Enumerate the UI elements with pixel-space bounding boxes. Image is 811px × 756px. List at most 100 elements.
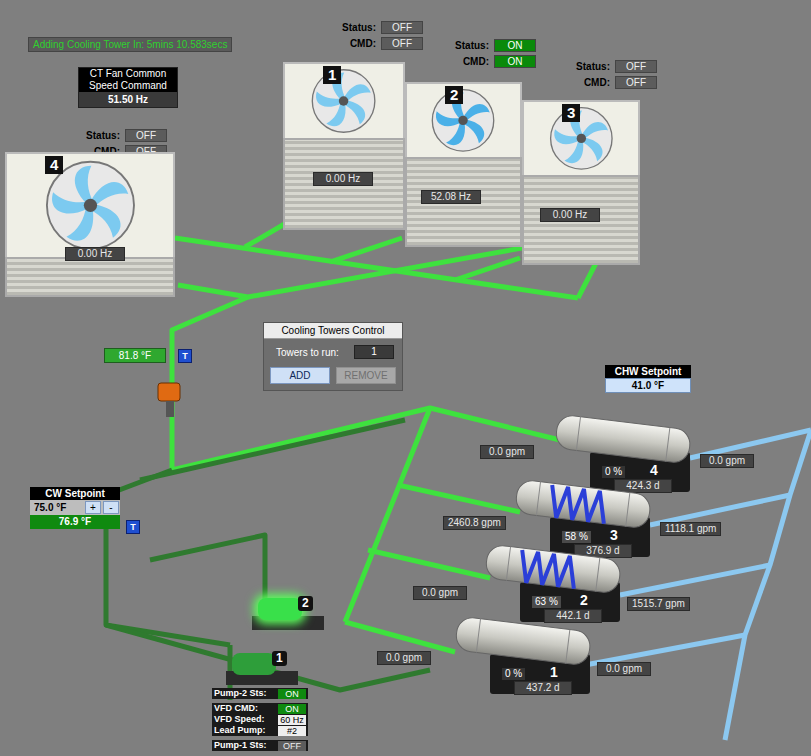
chilled-water-pipe (725, 430, 811, 740)
pump-status-label: Lead Pump: (214, 725, 266, 736)
condenser-pipe (455, 258, 520, 280)
condenser-pipe (345, 622, 455, 652)
fan-deck (405, 82, 522, 157)
pump-status-value: #2 (278, 726, 306, 736)
status-value: OFF (615, 60, 657, 73)
tower-status-panel: Status:OFFCMD:OFF (338, 21, 423, 50)
chilled-water-flow: 1515.7 gpm (627, 597, 690, 611)
tower-control-panel: Cooling Towers Control Towers to run: 1 ADD… (263, 322, 403, 391)
pump-number: 1 (272, 651, 287, 666)
cmd-row: CMD:OFF (338, 37, 423, 50)
cooling-tower[interactable]: 40.00 Hz (5, 152, 175, 297)
chw-setpoint: CHW Setpoint41.0 °F (605, 365, 691, 393)
pump-number: 2 (298, 596, 313, 611)
fan-deck (5, 152, 175, 257)
status-label: Status: (338, 22, 376, 33)
cmd-value: OFF (615, 76, 657, 89)
temperature-sensor-icon: T (126, 520, 140, 534)
chiller-load: 0 % (502, 668, 525, 680)
cmd-row: CMD:ON (451, 55, 536, 68)
status-value: OFF (125, 129, 167, 142)
chiller[interactable]: 0 %1437.2 d (448, 612, 598, 697)
cw-supply-temp: 76.9 °F (30, 515, 120, 529)
tower-number: 2 (445, 86, 463, 104)
chiller[interactable]: 63 %2442.1 d (478, 540, 628, 625)
condenser-pipe (368, 550, 490, 578)
status-row: Status: OFF (338, 21, 423, 34)
pump-status-label: Pump-1 Sts: (214, 740, 267, 751)
towers-to-run-row: Towers to run: 1 (264, 339, 402, 363)
condenser-pipe (172, 297, 248, 470)
fan-speed-title: CT Fan Common (79, 68, 177, 80)
fan-speed-value: 51.50 Hz (79, 92, 177, 107)
cw-setpoint-value[interactable]: 75.0 °F (31, 501, 83, 514)
chiller-runtime: 442.1 d (544, 609, 602, 623)
chiller-vessel-icon (548, 410, 698, 470)
cmd-label: CMD: (572, 77, 610, 88)
cooling-tower[interactable]: 2 52.08 Hz (405, 82, 522, 247)
condenser-pipe (330, 238, 402, 262)
status-row: Status:OFF (572, 60, 657, 73)
tower-speed: 52.08 Hz (421, 190, 481, 204)
tower-control-button[interactable]: REMOVE (336, 367, 396, 384)
condenser-flow: 2460.8 gpm (443, 516, 506, 530)
cw-setpoint-title: CW Setpoint (30, 487, 120, 500)
chilled-water-flow: 0.0 gpm (597, 662, 651, 676)
temperature-sensor-icon: T (178, 349, 192, 363)
cmd-value: OFF (381, 37, 423, 50)
condenser-flow: 0.0 gpm (377, 651, 431, 665)
chiller-vessel-icon (448, 612, 598, 672)
chilled-water-pipe (620, 565, 770, 595)
decrement-button[interactable]: - (103, 501, 119, 514)
tower-control-title: Cooling Towers Control (264, 323, 402, 339)
pump-motor-icon (232, 653, 276, 675)
condenser-pipe (245, 222, 288, 247)
condenser-flow: 0.0 gpm (480, 445, 534, 459)
tower-casing (5, 257, 175, 297)
tower-speed: 0.00 Hz (65, 247, 125, 261)
chiller-vessel-icon (478, 540, 628, 600)
fan-icon (428, 87, 498, 154)
pump-status-label: VFD CMD: (214, 703, 258, 714)
cmd-row: CMD: OFF (572, 76, 657, 89)
chiller-number: 2 (580, 592, 588, 608)
status-label: Status: (451, 40, 489, 51)
pump-status-row: Pump-2 Sts:ON (212, 688, 308, 699)
chw-setpoint-value[interactable]: 41.0 °F (605, 378, 691, 393)
status-value: OFF (381, 21, 423, 34)
chilled-water-pipe (585, 635, 745, 665)
cooling-tower[interactable]: 10.00 Hz (283, 62, 405, 230)
condenser-pump[interactable]: 2 (248, 590, 328, 640)
cw-return-temp: 81.8 °F (104, 348, 166, 363)
chiller[interactable]: 58 %3376.9 d (508, 475, 658, 560)
chilled-water-flow: 0.0 gpm (700, 454, 754, 468)
towers-to-run-label: Towers to run: (276, 347, 339, 358)
pump-status-row: VFD CMD: ON (212, 703, 308, 714)
pump-status-row: Pump-1 Sts:OFF (212, 740, 308, 751)
pump-status-label: VFD Speed: (214, 714, 265, 725)
chw-setpoint-title: CHW Setpoint (605, 365, 691, 378)
chiller[interactable]: 0 %4424.3 d (548, 410, 698, 495)
chiller-vessel-icon (508, 475, 658, 535)
increment-button[interactable]: + (85, 501, 101, 514)
cmd-label: CMD: (451, 56, 489, 67)
chilled-water-pipe (650, 495, 790, 525)
pump-status-row: VFD Speed:60 Hz (212, 714, 308, 725)
chiller-number: 4 (650, 462, 658, 478)
tower-number: 1 (323, 66, 341, 84)
return-pipe (150, 535, 265, 600)
fan-icon (307, 67, 380, 135)
chiller-runtime: 424.3 d (614, 479, 672, 493)
status-value: ON (494, 39, 536, 52)
cw-setpoint: CW Setpoint75.0 °F+-76.9 °F (30, 487, 120, 529)
towers-to-run-value[interactable]: 1 (354, 345, 394, 359)
fan-deck (283, 62, 405, 138)
chiller-number: 1 (550, 664, 558, 680)
tower-control-button[interactable]: ADD (270, 367, 330, 384)
countdown-banner: Adding Cooling Tower In: 5mins 10.583sec… (28, 37, 232, 52)
cooling-tower[interactable]: 30.00 Hz (522, 100, 640, 265)
chilled-water-flow: 1118.1 gpm (660, 522, 721, 536)
pump-status-value: ON (278, 704, 306, 714)
fan-deck (522, 100, 640, 175)
fan-speed-panel: CT Fan CommonSpeed Command51.50 Hz (78, 67, 178, 108)
